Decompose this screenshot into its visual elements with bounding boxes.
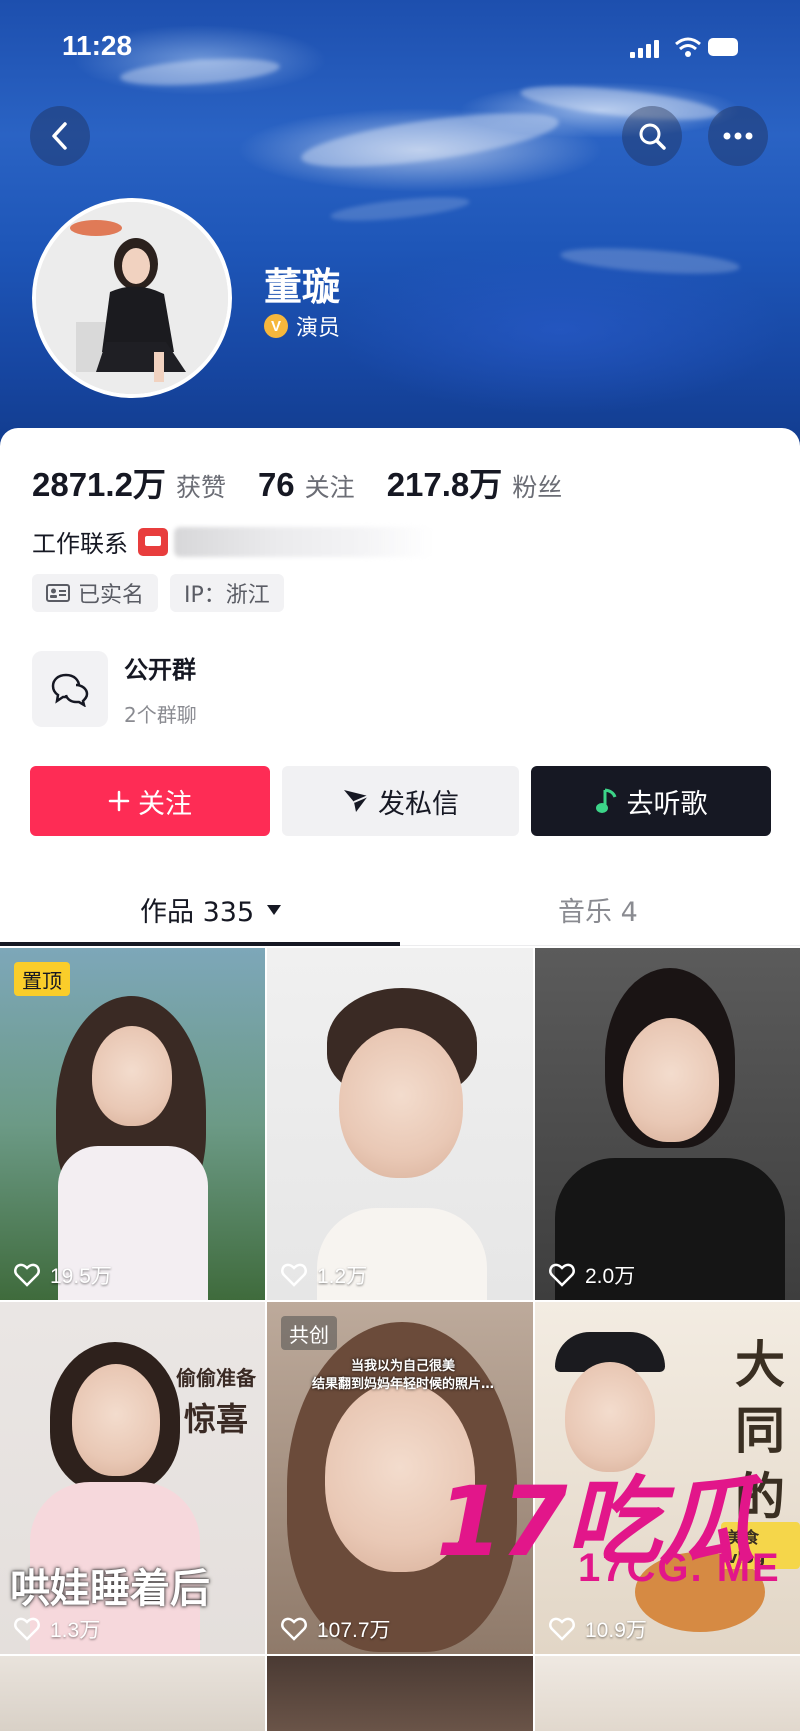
video-tile[interactable] xyxy=(535,1656,800,1731)
video-caption-side-2: 惊喜 xyxy=(184,1400,249,1438)
action-buttons: 关注 发私信 去听歌 xyxy=(30,766,771,836)
video-caption-main: 哄娃睡着后 xyxy=(10,1566,210,1612)
watermark-url: 17CG. ME xyxy=(578,1546,781,1590)
chip-label: IP：浙江 xyxy=(184,583,270,608)
chat-bubbles-icon xyxy=(51,673,89,707)
stat-value: 2871.2万 xyxy=(32,466,166,503)
follow-button[interactable]: 关注 xyxy=(30,766,270,836)
listen-music-label: 去听歌 xyxy=(626,788,708,820)
work-contact-label: 工作联系 xyxy=(32,530,128,558)
stat-following[interactable]: 76 关注 xyxy=(258,466,355,504)
tab-works-label: 作品 335 xyxy=(140,897,255,928)
avatar[interactable] xyxy=(32,198,232,398)
more-button[interactable] xyxy=(708,106,768,166)
send-arrow-icon xyxy=(344,790,369,812)
verified-badge-icon: V xyxy=(264,314,288,338)
info-chips: 已实名 IP：浙江 xyxy=(32,574,284,612)
group-icon-box xyxy=(32,651,108,727)
tab-music-label: 音乐 4 xyxy=(558,897,638,928)
signal-icon xyxy=(630,38,660,58)
likes-count: 2.0万 xyxy=(585,1265,636,1288)
likes-count: 107.7万 xyxy=(317,1619,391,1642)
video-likes: 19.5万 xyxy=(14,1260,112,1290)
stat-label: 粉丝 xyxy=(512,473,563,502)
video-likes: 1.2万 xyxy=(281,1260,367,1290)
likes-count: 10.9万 xyxy=(585,1619,647,1642)
heart-icon xyxy=(14,1263,40,1287)
video-likes: 2.0万 xyxy=(549,1260,635,1290)
message-button-label: 发私信 xyxy=(378,788,459,820)
wifi-icon xyxy=(675,37,701,57)
video-likes: 107.7万 xyxy=(281,1614,391,1644)
tab-works[interactable]: 作品 335 xyxy=(140,890,282,929)
video-tile[interactable]: 2.0万 xyxy=(535,948,800,1300)
video-tile[interactable]: 1.2万 xyxy=(267,948,533,1300)
search-button[interactable] xyxy=(622,106,682,166)
heart-icon xyxy=(549,1617,575,1641)
stat-value: 217.8万 xyxy=(386,466,503,503)
stat-followers[interactable]: 217.8万 粉丝 xyxy=(387,458,563,506)
music-note-icon xyxy=(595,788,616,813)
tab-music[interactable]: 音乐 4 xyxy=(558,890,638,929)
video-caption-top: 当我以为自己很美 结果翻到妈妈年轻时候的照片… xyxy=(311,1359,494,1392)
video-likes: 1.3万 xyxy=(14,1614,100,1644)
video-tile[interactable] xyxy=(0,1656,265,1731)
group-title: 公开群 xyxy=(124,656,196,684)
search-icon xyxy=(639,123,666,150)
stat-likes[interactable]: 2871.2万 获赞 xyxy=(32,458,226,506)
heart-icon xyxy=(281,1617,307,1641)
stat-value: 76 xyxy=(257,466,295,503)
public-group-entry[interactable]: 公开群 2个群聊 xyxy=(32,650,197,728)
battery-icon xyxy=(708,38,738,56)
status-bar: 11:28 xyxy=(0,0,800,96)
likes-count: 1.3万 xyxy=(50,1619,101,1642)
likes-count: 19.5万 xyxy=(50,1265,112,1288)
video-tile[interactable] xyxy=(267,1656,533,1731)
follow-button-label: 关注 xyxy=(138,788,192,820)
video-caption-side-1: 偷偷准备 xyxy=(176,1366,256,1390)
video-tile[interactable]: 置顶 19.5万 xyxy=(0,948,265,1300)
work-contact-row[interactable]: 工作联系 xyxy=(32,524,434,559)
active-tab-indicator xyxy=(0,942,400,946)
message-button[interactable]: 发私信 xyxy=(282,766,519,836)
plus-icon xyxy=(108,790,130,812)
chip-ip-location: IP：浙江 xyxy=(170,574,284,612)
blurred-contact xyxy=(174,526,434,557)
back-button[interactable] xyxy=(30,106,90,166)
heart-icon xyxy=(281,1263,307,1287)
collab-tag: 共创 xyxy=(281,1316,337,1350)
id-card-icon xyxy=(46,584,70,602)
status-time: 11:28 xyxy=(62,30,133,61)
stats-row: 2871.2万 获赞 76 关注 217.8万 粉丝 xyxy=(32,458,594,506)
mail-icon xyxy=(138,527,168,556)
heart-icon xyxy=(549,1263,575,1287)
group-subtitle: 2个群聊 xyxy=(124,703,197,727)
pinned-tag: 置顶 xyxy=(14,962,70,996)
verification-row: V 演员 xyxy=(264,310,340,342)
profile-name: 董璇 xyxy=(264,265,341,309)
stat-label: 关注 xyxy=(304,473,355,502)
avatar-photo xyxy=(36,202,228,394)
heart-icon xyxy=(14,1617,40,1641)
stat-label: 获赞 xyxy=(175,473,226,502)
chip-verified-identity: 已实名 xyxy=(32,574,159,612)
caret-down-icon xyxy=(267,904,282,915)
chevron-left-icon xyxy=(52,122,67,150)
more-dots-icon xyxy=(723,132,753,140)
video-tile[interactable]: 偷偷准备 惊喜 哄娃睡着后 1.3万 xyxy=(0,1302,265,1654)
video-likes: 10.9万 xyxy=(549,1614,647,1644)
verified-label: 演员 xyxy=(296,316,341,341)
likes-count: 1.2万 xyxy=(317,1265,368,1288)
listen-music-button[interactable]: 去听歌 xyxy=(531,766,771,836)
chip-label: 已实名 xyxy=(78,583,145,608)
content-tabs: 作品 335 音乐 4 xyxy=(0,872,800,946)
